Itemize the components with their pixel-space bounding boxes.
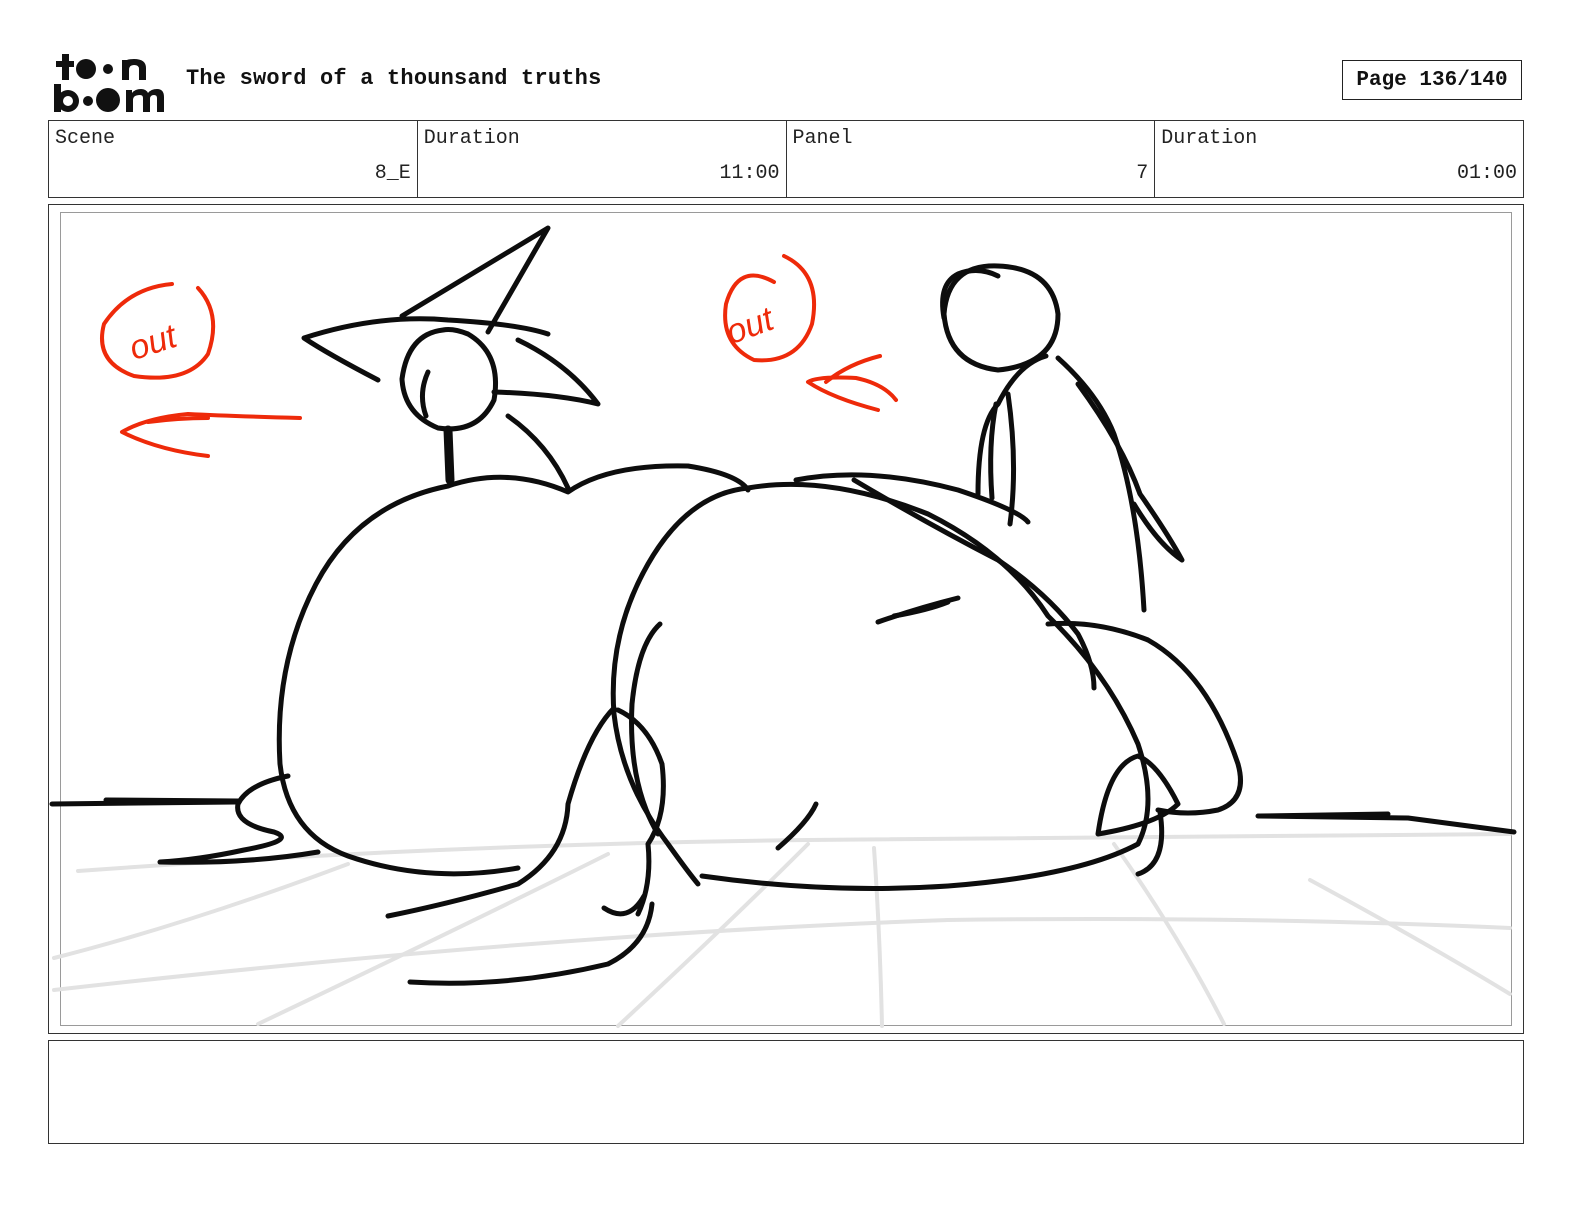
- panel-info-bar: Scene 8_E Duration 11:00 Panel 7 Duratio…: [48, 120, 1524, 198]
- page-indicator: Page 136/140: [1342, 60, 1522, 100]
- panel-notes-box: [48, 1040, 1524, 1144]
- out-label-left: out: [125, 317, 183, 368]
- toon-boom-logo: [54, 54, 164, 112]
- red-annotation-labels: out out: [125, 299, 780, 367]
- scene-duration-value: 11:00: [719, 162, 780, 185]
- panel-duration-label: Duration: [1161, 127, 1258, 150]
- panel-duration-cell: Duration 01:00: [1155, 121, 1523, 197]
- document-title: The sword of a thounsand truths: [186, 66, 602, 91]
- storyboard-sketch: out out: [49, 225, 1517, 1028]
- floor-grid: [52, 832, 1512, 1028]
- panel-duration-value: 01:00: [1456, 162, 1517, 185]
- scene-label: Scene: [55, 127, 116, 150]
- out-label-right: out: [721, 299, 780, 351]
- panel-label: Panel: [792, 127, 853, 150]
- scene-value: 8_E: [374, 162, 411, 185]
- scene-duration-label: Duration: [423, 127, 520, 150]
- panel-value: 7: [1136, 162, 1149, 185]
- red-annotations: [100, 254, 898, 458]
- scene-cell: Scene 8_E: [49, 121, 418, 197]
- scene-duration-cell: Duration 11:00: [418, 121, 787, 197]
- panel-cell: Panel 7: [787, 121, 1156, 197]
